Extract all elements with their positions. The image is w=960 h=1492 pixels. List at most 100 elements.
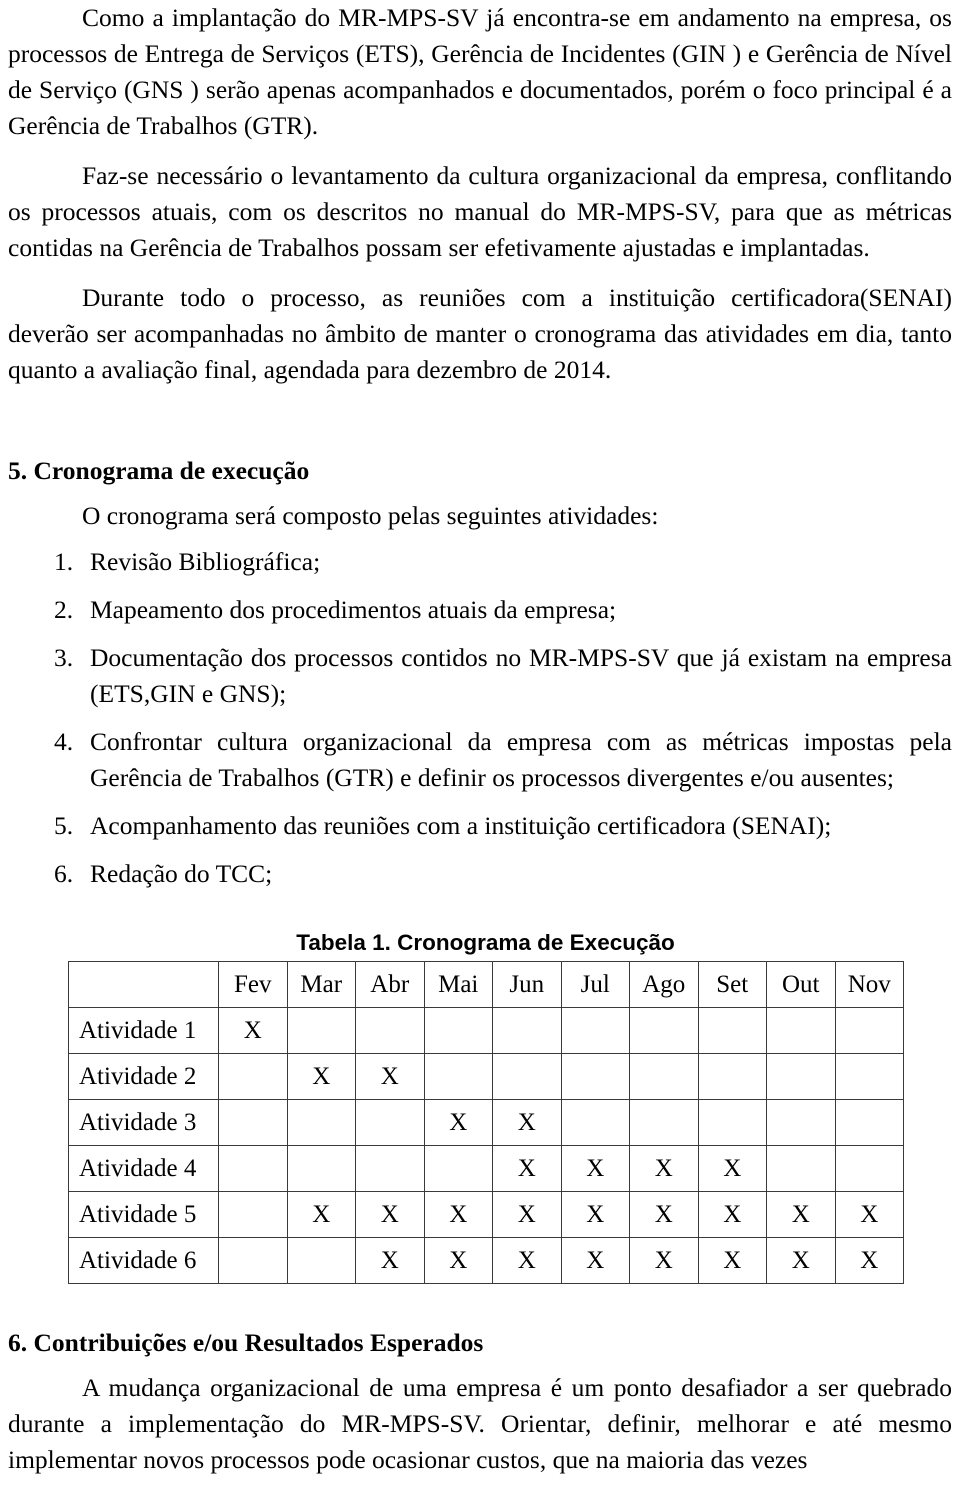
table-cell: X	[629, 1237, 699, 1284]
table-row: Atividade 2 X X	[68, 1053, 904, 1100]
table-cell: X	[423, 1099, 493, 1146]
table-row-label: Atividade 1	[68, 1007, 219, 1054]
list-item-number: 3.	[54, 643, 74, 672]
table-cell	[286, 1237, 356, 1284]
table-cell	[423, 1053, 493, 1100]
table-cell: X	[697, 1145, 767, 1192]
table-body: Atividade 1 X Atividade 2 X X Atividade …	[68, 1007, 904, 1284]
table-cell	[218, 1099, 288, 1146]
cronograma-intro-text: O cronograma será composto pelas seguint…	[82, 501, 659, 530]
list-item: 1. Revisão Bibliográfica;	[8, 544, 952, 580]
list-item: 2. Mapeamento dos procedimentos atuais da…	[8, 592, 952, 628]
table-cell: X	[492, 1145, 562, 1192]
list-item-text: Confrontar cultura organizacional da emp…	[90, 727, 952, 792]
table-cell	[492, 1007, 562, 1054]
table-cell	[355, 1007, 425, 1054]
table-col-header-fev: Fev	[218, 961, 288, 1008]
table-row-label: Atividade 3	[68, 1099, 219, 1146]
table-cell	[355, 1099, 425, 1146]
paragraph-text: Como a implantação do MR-MPS-SV já encon…	[8, 3, 952, 140]
table-cell	[218, 1053, 288, 1100]
table-cell	[834, 1099, 904, 1146]
table-cell: X	[355, 1191, 425, 1238]
table-cell	[697, 1099, 767, 1146]
list-item-number: 1.	[54, 547, 74, 576]
table-row: Atividade 6 X X X X X X X X	[68, 1237, 904, 1284]
table-cell	[560, 1099, 630, 1146]
table-cell	[218, 1191, 288, 1238]
list-item: 4. Confrontar cultura organizacional da e…	[8, 724, 952, 796]
table-cell: X	[492, 1099, 562, 1146]
table-cell: X	[697, 1191, 767, 1238]
table-cell	[286, 1007, 356, 1054]
list-item-text: Acompanhamento das reuniões com a instit…	[90, 811, 832, 840]
table-row: Atividade 4 X X X X	[68, 1145, 904, 1192]
table-cell	[355, 1145, 425, 1192]
table-cell: X	[423, 1191, 493, 1238]
table-cell: X	[834, 1191, 904, 1238]
table-cell	[218, 1237, 288, 1284]
list-item-number: 4.	[54, 727, 74, 756]
table-col-header-ago: Ago	[629, 961, 699, 1008]
table-corner-cell	[68, 961, 219, 1008]
table-cell: X	[286, 1053, 356, 1100]
table-cell	[423, 1145, 493, 1192]
cronograma-intro: O cronograma será composto pelas seguint…	[8, 498, 952, 534]
table-cell: X	[560, 1237, 630, 1284]
table-cell: X	[492, 1191, 562, 1238]
table-col-header-nov: Nov	[834, 961, 904, 1008]
table-row: Atividade 5 X X X X X X X X X	[68, 1191, 904, 1238]
list-item-text: Mapeamento dos procedimentos atuais da e…	[90, 595, 617, 624]
table-row: Atividade 3 X X	[68, 1099, 904, 1146]
table-row-label: Atividade 2	[68, 1053, 219, 1100]
table-cell: X	[286, 1191, 356, 1238]
table-cell: X	[766, 1237, 836, 1284]
table-cell	[766, 1007, 836, 1054]
table-cell	[218, 1145, 288, 1192]
paragraph-text: A mudança organizacional de uma empresa …	[8, 1373, 952, 1474]
table-cell	[286, 1099, 356, 1146]
paragraph-levantamento: Faz-se necessário o levantamento da cult…	[8, 158, 952, 266]
paragraph-reunioes: Durante todo o processo, as reuniões com…	[8, 280, 952, 388]
cronograma-table-block: Tabela 1. Cronograma de Execução Fev Mar…	[68, 928, 904, 1284]
list-item: 5. Acompanhamento das reuniões com a inst…	[8, 808, 952, 844]
table-cell	[766, 1053, 836, 1100]
table-cell	[834, 1053, 904, 1100]
table-cell	[492, 1053, 562, 1100]
table-cell: X	[423, 1237, 493, 1284]
list-item-number: 6.	[54, 859, 74, 888]
table-cell	[423, 1007, 493, 1054]
table-cell: X	[218, 1007, 288, 1054]
table-cell	[560, 1007, 630, 1054]
list-item: 6. Redação do TCC;	[8, 856, 952, 892]
table-cell	[629, 1007, 699, 1054]
section-heading-contribuicoes: 6. Contribuições e/ou Resultados Esperad…	[8, 1328, 484, 1357]
table-cell	[834, 1007, 904, 1054]
table-cell	[697, 1053, 767, 1100]
table-cell: X	[766, 1191, 836, 1238]
table-cell	[834, 1145, 904, 1192]
paragraph-implantacao: Como a implantação do MR-MPS-SV já encon…	[8, 0, 952, 144]
list-item-text: Redação do TCC;	[90, 859, 273, 888]
table-row-label: Atividade 5	[68, 1191, 219, 1238]
paragraph-text: Durante todo o processo, as reuniões com…	[8, 283, 952, 384]
list-item-number: 5.	[54, 811, 74, 840]
paragraph-contribuicoes: A mudança organizacional de uma empresa …	[8, 1370, 952, 1478]
table-col-header-mar: Mar	[286, 961, 356, 1008]
document-page: Como a implantação do MR-MPS-SV já encon…	[0, 0, 960, 1492]
list-item-number: 2.	[54, 595, 74, 624]
table-row: Atividade 1 X	[68, 1007, 904, 1054]
table-cell	[766, 1145, 836, 1192]
table-cell: X	[560, 1191, 630, 1238]
table-col-header-mai: Mai	[423, 961, 493, 1008]
table-col-header-set: Set	[697, 961, 767, 1008]
table-cell	[629, 1053, 699, 1100]
